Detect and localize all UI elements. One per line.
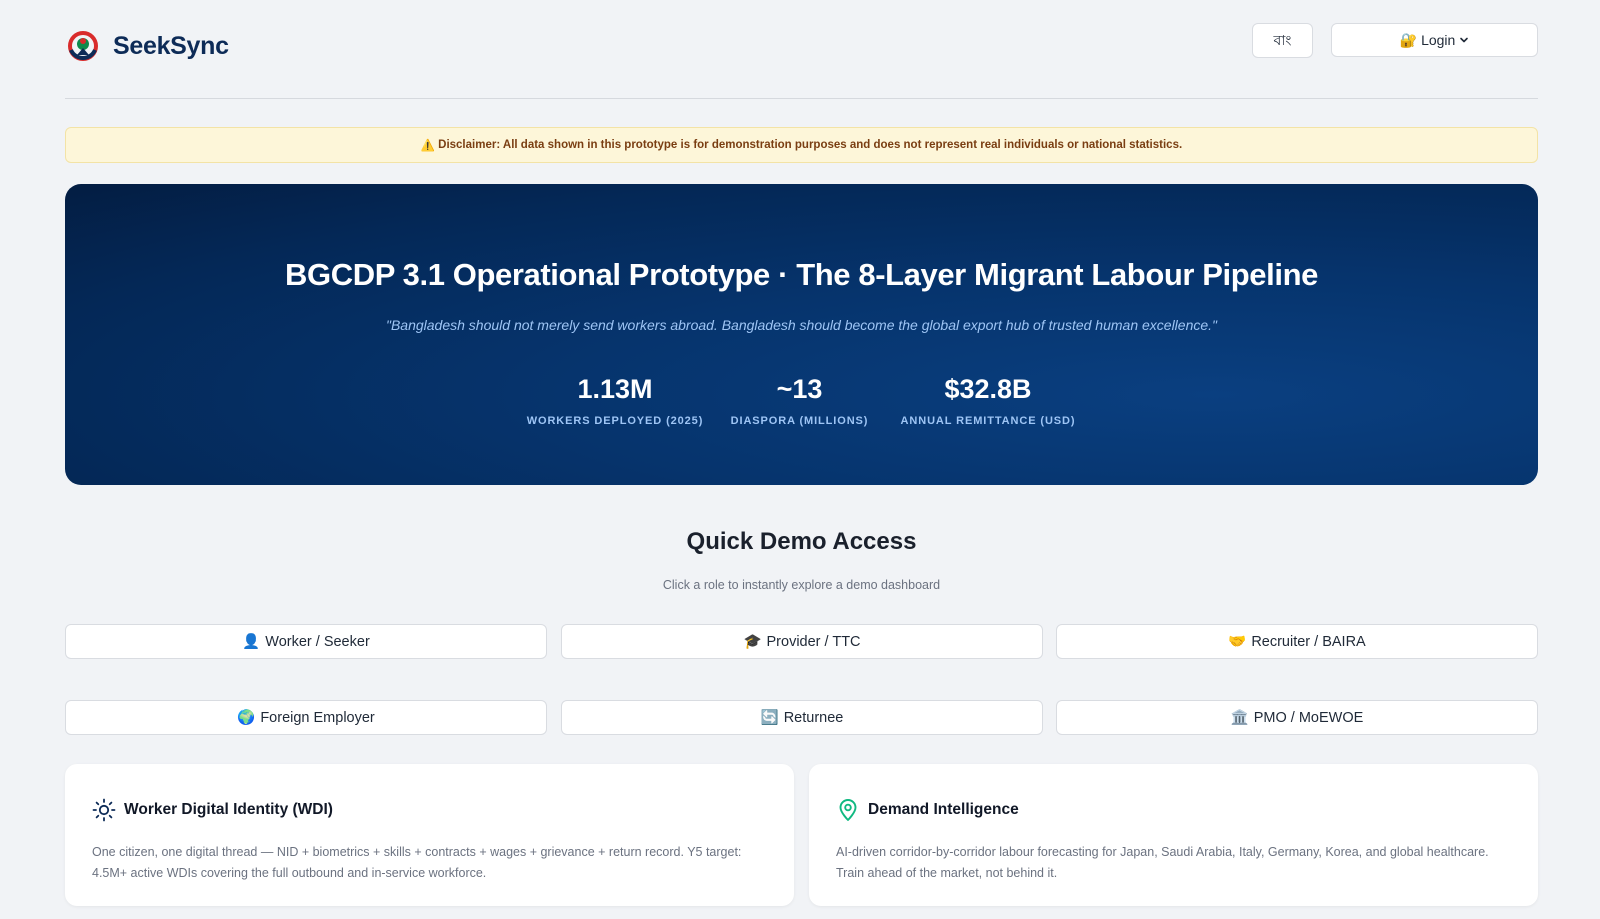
sun-icon: [92, 798, 116, 822]
feature-description: AI-driven corridor-by-corridor labour fo…: [836, 845, 1489, 880]
government-building-icon: 🏛️: [1230, 710, 1249, 726]
feature-card-demand-intelligence: Demand Intelligence AI-driven corridor-b…: [809, 764, 1538, 906]
role-button-worker[interactable]: 👤 Worker / Seeker: [65, 624, 547, 659]
globe-icon: 🌍: [237, 710, 256, 726]
feature-title: Demand Intelligence: [868, 801, 1019, 818]
role-button-provider[interactable]: 🎓 Provider / TTC: [561, 624, 1043, 659]
role-label: PMO / MoEWOE: [1253, 709, 1364, 726]
role-label: Provider / TTC: [766, 633, 861, 650]
role-button-pmo[interactable]: 🏛️ PMO / MoEWOE: [1056, 700, 1538, 735]
role-button-foreign-employer[interactable]: 🌍 Foreign Employer: [65, 700, 547, 735]
quick-demo-title: Quick Demo Access: [686, 528, 917, 555]
role-label: Recruiter / BAIRA: [1251, 633, 1366, 650]
feature-title: Worker Digital Identity (WDI): [124, 801, 333, 818]
handshake-icon: 🤝: [1228, 634, 1247, 650]
graduation-cap-icon: 🎓: [743, 634, 762, 650]
feature-description: One citizen, one digital thread — NID + …: [92, 845, 742, 880]
role-label: Returnee: [783, 709, 844, 726]
role-button-returnee[interactable]: 🔄 Returnee: [561, 700, 1043, 735]
refresh-icon: 🔄: [760, 710, 779, 726]
role-label: Worker / Seeker: [265, 633, 370, 650]
location-pin-icon: [839, 799, 857, 821]
quick-demo-section: Quick Demo Access Click a role to instan…: [65, 0, 1538, 919]
person-icon: 👤: [242, 634, 261, 650]
role-button-recruiter[interactable]: 🤝 Recruiter / BAIRA: [1056, 624, 1538, 659]
role-label: Foreign Employer: [260, 709, 375, 726]
quick-demo-subtitle: Click a role to instantly explore a demo…: [662, 578, 941, 592]
feature-card-wdi: Worker Digital Identity (WDI) One citize…: [65, 764, 794, 906]
